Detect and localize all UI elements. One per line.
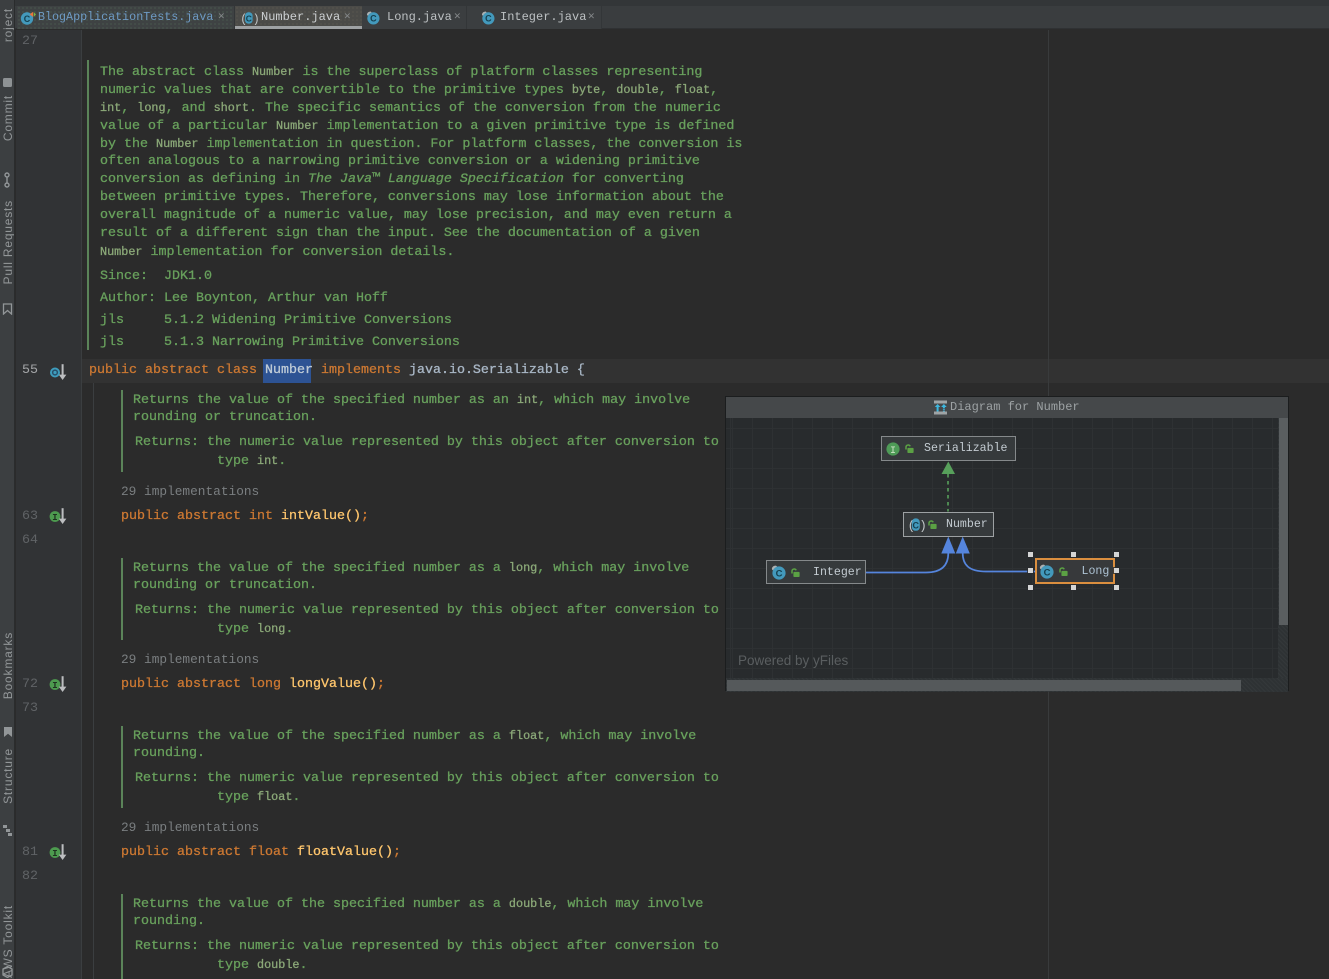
svg-text:C: C bbox=[485, 14, 492, 24]
svg-text:C: C bbox=[246, 14, 252, 24]
svg-text:I: I bbox=[52, 849, 57, 859]
svg-text:I: I bbox=[52, 513, 57, 523]
svg-text:C: C bbox=[370, 14, 377, 24]
svg-text:): ) bbox=[253, 14, 259, 25]
svg-text:C: C bbox=[776, 568, 783, 579]
svg-text:I: I bbox=[52, 681, 57, 691]
svg-text:C: C bbox=[24, 14, 31, 24]
svg-text:): ) bbox=[919, 519, 925, 532]
svg-text:C: C bbox=[1043, 567, 1050, 578]
svg-text:I: I bbox=[890, 445, 896, 455]
